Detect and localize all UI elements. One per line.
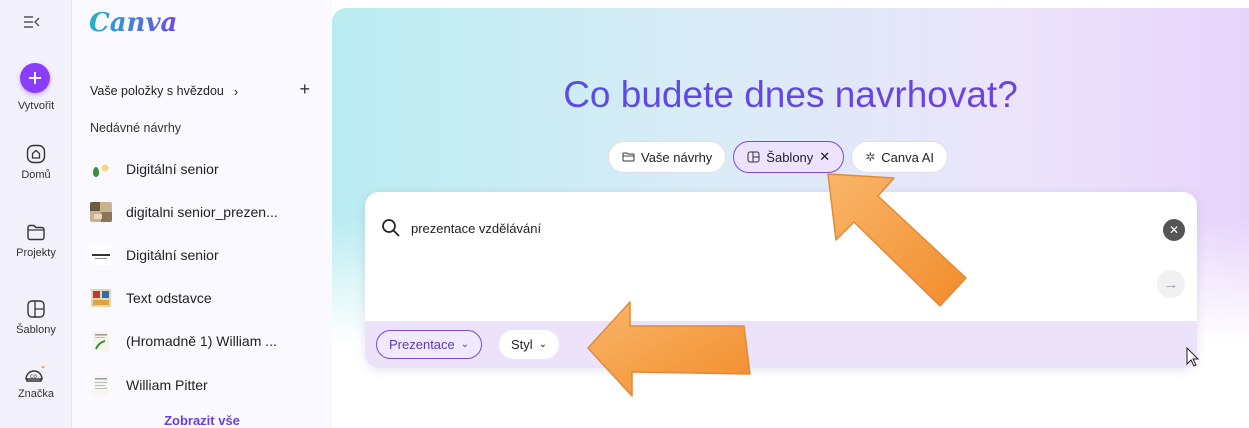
search-mode-chips: Vaše návrhy Šablony ✕ ✲ Canva AI	[608, 141, 949, 173]
chevron-down-icon: ⌄	[460, 339, 470, 350]
folder-icon	[27, 224, 45, 241]
add-starred-plus-icon[interactable]: +	[299, 79, 310, 100]
collapse-sidebar-icon[interactable]	[23, 14, 47, 34]
left-nav-rail: Vytvořit Domů Projekty Šablony co Značka	[0, 0, 72, 428]
svg-text:co: co	[30, 373, 37, 380]
create-button[interactable]	[20, 63, 50, 93]
submit-search-button[interactable]: →	[1157, 270, 1185, 298]
design-thumbnail	[93, 164, 109, 177]
folder-icon	[622, 152, 635, 162]
design-thumbnail	[93, 375, 109, 395]
starred-items-label: Vaše položky s hvězdou	[90, 84, 224, 98]
recent-design-name: Digitální senior	[126, 247, 219, 263]
canva-logo[interactable]: Canva	[89, 8, 177, 38]
create-button-label: Vytvořit	[17, 100, 55, 112]
chevron-down-icon: ⌄	[538, 339, 548, 350]
recent-design-item[interactable]: William Pitter	[90, 372, 320, 398]
chip-templates[interactable]: Šablony ✕	[733, 141, 845, 173]
chip-canva-ai-label: Canva AI	[881, 149, 935, 165]
design-thumbnail	[91, 289, 111, 307]
close-icon: ✕	[1168, 223, 1180, 237]
recent-design-name: Digitální senior	[126, 161, 219, 177]
recent-design-item[interactable]: Text odstavce	[90, 285, 320, 311]
chip-templates-label: Šablony	[766, 149, 814, 165]
design-thumbnail	[93, 331, 109, 351]
plus-icon	[29, 72, 41, 84]
search-card: prezentace vzdělávání ✕ → Prezentace ⌄ S…	[365, 192, 1197, 368]
search-icon	[382, 219, 400, 237]
rail-item-brand[interactable]: co Značka	[0, 362, 72, 400]
rail-item-home[interactable]: Domů	[0, 143, 72, 181]
chip-your-designs[interactable]: Vaše návrhy	[608, 141, 727, 173]
rail-item-home-label: Domů	[21, 169, 51, 181]
mouse-cursor-icon	[1186, 347, 1200, 367]
close-icon[interactable]: ✕	[819, 149, 830, 165]
design-type-dropdown[interactable]: Prezentace ⌄	[376, 330, 483, 359]
design-thumbnail	[90, 245, 112, 265]
sparkle-icon: ✲	[865, 150, 876, 164]
main-hero: Co budete dnes navrhovat? Vaše návrhy Ša…	[332, 8, 1249, 428]
create-label[interactable]: Vytvořit	[0, 100, 72, 112]
style-dropdown[interactable]: Styl ⌄	[499, 330, 560, 359]
recent-design-item[interactable]: Digitální senior	[90, 156, 320, 182]
recent-design-item[interactable]: Digitální senior	[90, 242, 320, 268]
show-all-link[interactable]: Zobrazit vše	[72, 413, 332, 428]
design-type-label: Prezentace	[389, 337, 455, 352]
recent-design-name: Text odstavce	[126, 290, 212, 306]
rail-item-templates-label: Šablony	[16, 324, 56, 336]
chip-canva-ai[interactable]: ✲ Canva AI	[851, 141, 949, 173]
chevron-right-icon: ›	[233, 83, 239, 99]
home-icon	[26, 144, 46, 164]
side-panel: Canva Vaše položky s hvězdou › + Nedávné…	[72, 0, 332, 428]
templates-icon	[747, 151, 760, 163]
rail-item-projects[interactable]: Projekty	[0, 221, 72, 259]
filter-bar: Prezentace ⌄ Styl ⌄	[365, 321, 1197, 368]
arrow-right-icon: →	[1163, 275, 1179, 293]
starred-items-link[interactable]: Vaše položky s hvězdou › +	[90, 79, 310, 102]
clear-search-button[interactable]: ✕	[1163, 219, 1185, 241]
rail-item-projects-label: Projekty	[16, 247, 56, 259]
search-input[interactable]: prezentace vzdělávání	[411, 221, 541, 236]
chip-your-designs-label: Vaše návrhy	[641, 149, 713, 165]
brand-icon: co	[25, 365, 45, 382]
recent-design-item[interactable]: (Hromadně 1) William ...	[90, 328, 320, 354]
design-thumbnail	[90, 202, 112, 222]
templates-icon	[27, 300, 45, 318]
rail-item-brand-label: Značka	[17, 388, 55, 400]
recent-designs-heading: Nedávné návrhy	[90, 121, 182, 135]
style-label: Styl	[511, 337, 533, 352]
canva-home-screen: Vytvořit Domů Projekty Šablony co Značka…	[0, 0, 1249, 428]
recent-design-item[interactable]: digitalni senior_prezen...	[90, 199, 320, 225]
rail-item-templates[interactable]: Šablony	[0, 298, 72, 336]
page-title: Co budete dnes navrhovat?	[332, 74, 1249, 116]
recent-design-name: digitalni senior_prezen...	[126, 204, 278, 220]
recent-design-name: William Pitter	[126, 377, 208, 393]
recent-design-name: (Hromadně 1) William ...	[126, 333, 277, 349]
